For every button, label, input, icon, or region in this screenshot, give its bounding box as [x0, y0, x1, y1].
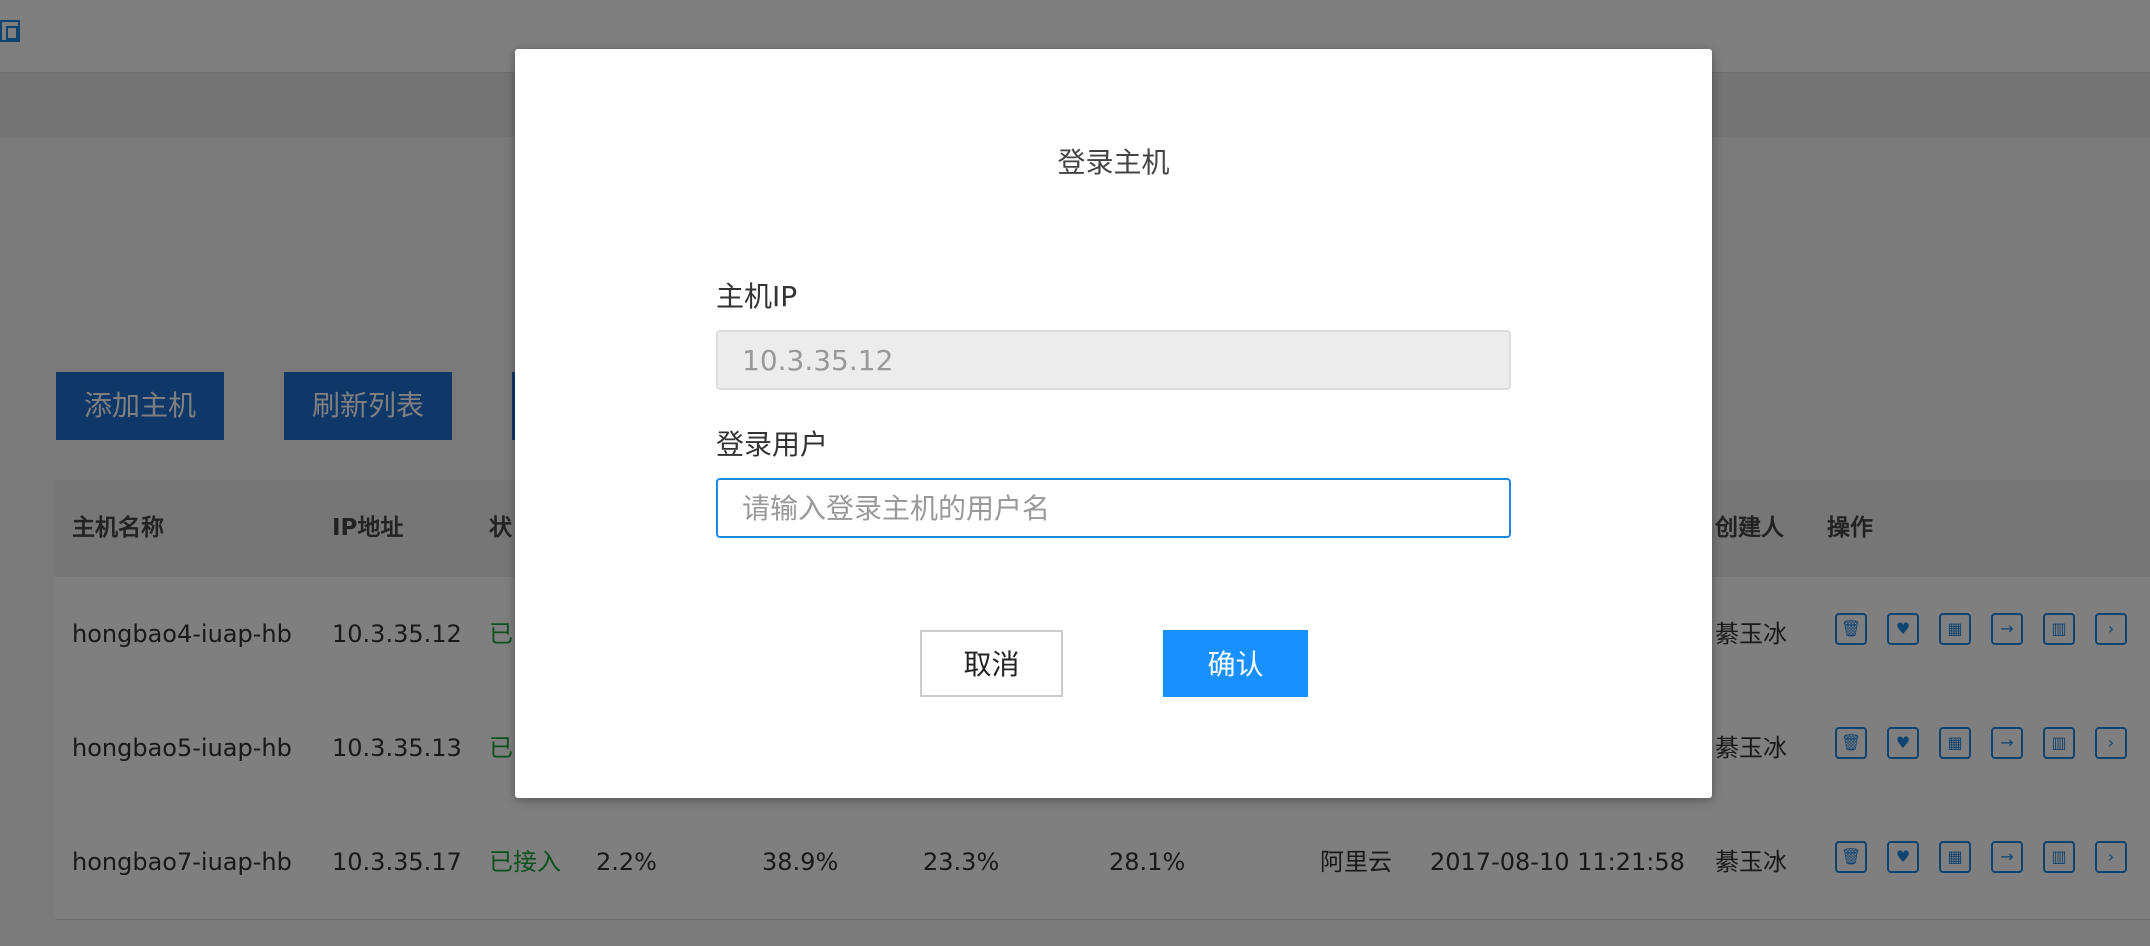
login-user-label: 登录用户 — [716, 428, 829, 461]
host-ip-label: 主机IP — [716, 280, 798, 313]
cancel-button[interactable]: 取消 — [920, 630, 1063, 697]
confirm-button[interactable]: 确认 — [1163, 630, 1308, 697]
login-host-modal: 登录主机 主机IP 登录用户 取消 确认 — [515, 49, 1712, 798]
modal-title: 登录主机 — [1057, 146, 1170, 179]
login-user-input[interactable] — [716, 478, 1511, 538]
host-ip-input — [716, 330, 1511, 390]
